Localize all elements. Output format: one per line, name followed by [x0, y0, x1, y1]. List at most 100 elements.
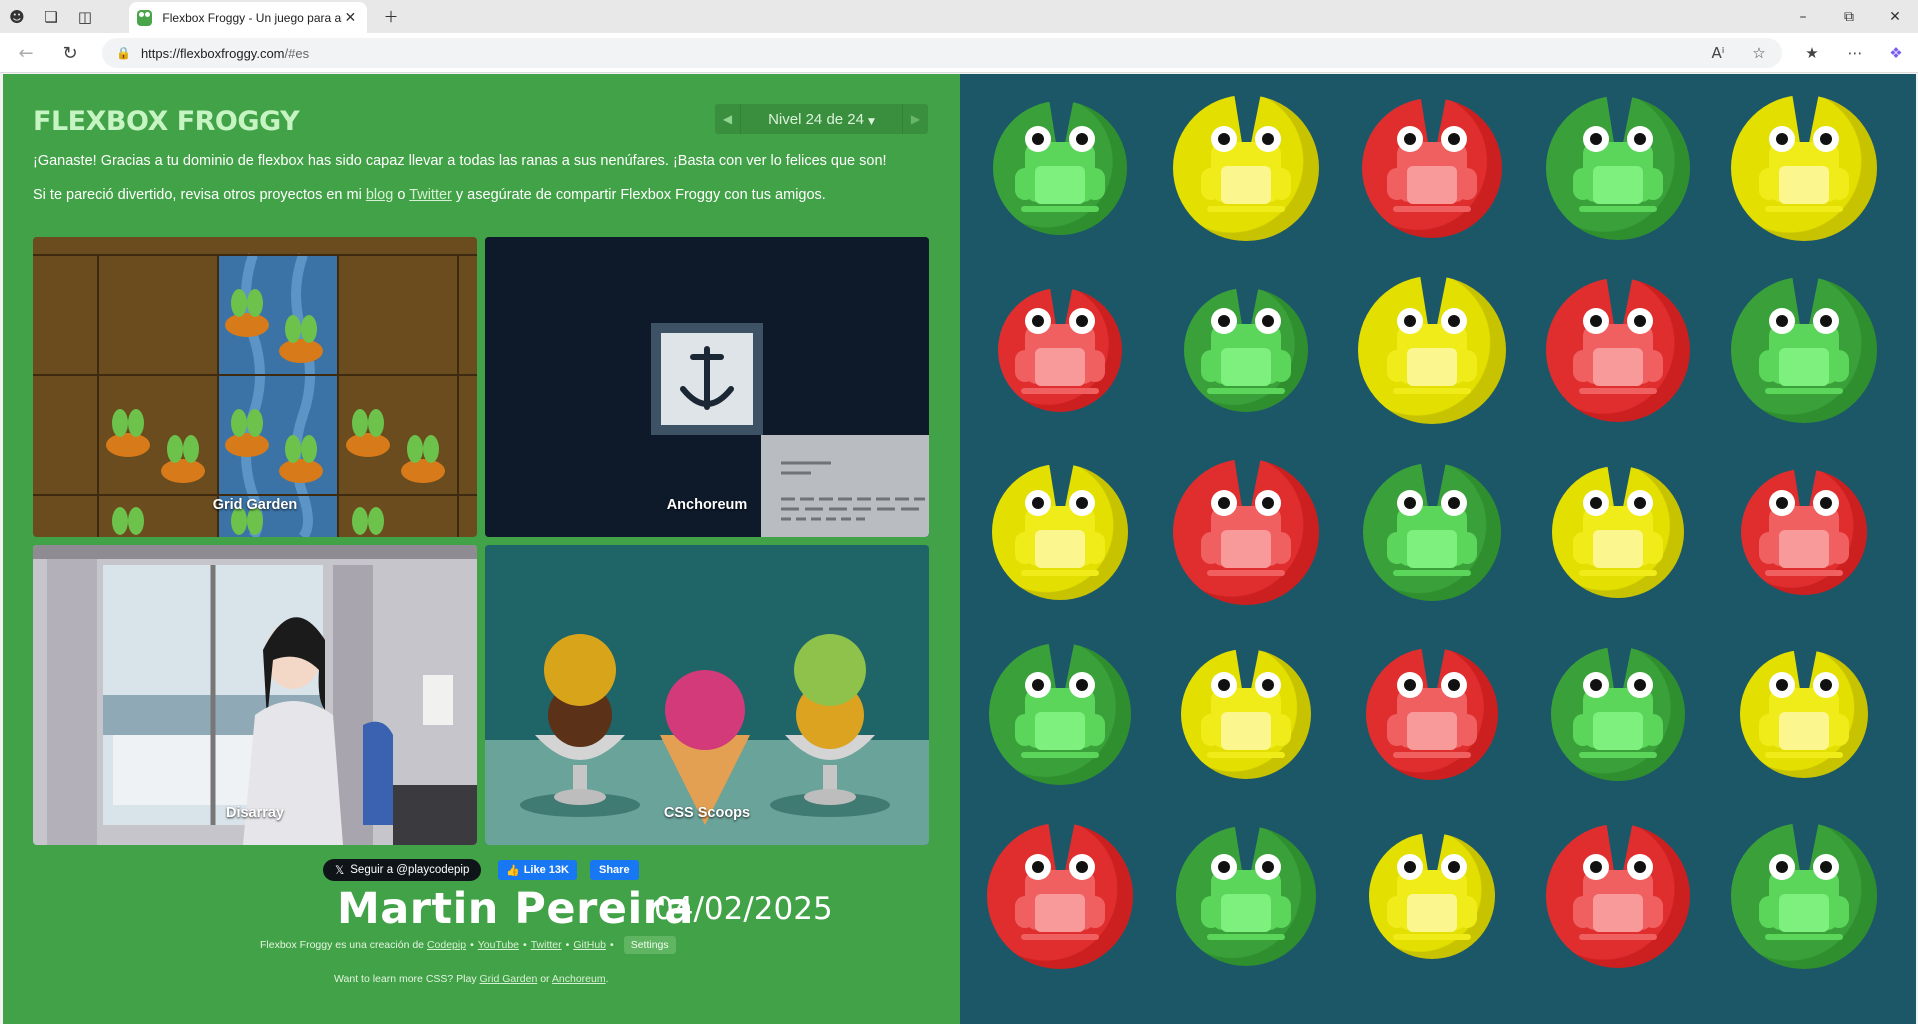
pond-cell [1712, 804, 1896, 988]
frog-feet [1393, 206, 1471, 212]
frog-belly [1407, 530, 1457, 568]
separator-dot: • [565, 939, 570, 951]
frog-feet [1765, 388, 1843, 394]
blog-link[interactable]: blog [366, 187, 393, 203]
url-field[interactable]: 🔒 https://flexboxfroggy.com/#es [102, 38, 1782, 68]
frog-eye [1069, 672, 1095, 698]
grid-garden-card[interactable]: Grid Garden [33, 237, 477, 537]
green-frog [1201, 304, 1291, 396]
previous-level-icon[interactable]: ◀ [715, 104, 741, 134]
x-logo-icon: 𝕏 [335, 863, 345, 877]
restore-icon[interactable]: ⧉ [1826, 0, 1872, 33]
frog-feet [1765, 934, 1843, 940]
settings-button[interactable]: Settings [623, 936, 676, 954]
frog-belly [1407, 712, 1457, 750]
x-follow-button[interactable]: 𝕏 Seguir a @playcodepip [323, 859, 482, 881]
yellow-frog [1387, 850, 1477, 942]
pond-cell [1526, 258, 1710, 442]
new-tab-icon[interactable]: ＋ [374, 0, 408, 33]
frog-feet [1207, 934, 1285, 940]
frog-belly [1593, 166, 1643, 204]
disarray-card[interactable]: Disarray [33, 545, 477, 845]
signature-name: Martin Pereira [337, 884, 694, 934]
workspaces-icon[interactable]: ❏ [34, 0, 68, 33]
profile-icon[interactable]: ☻ [0, 0, 34, 33]
yellow-frog [1015, 486, 1105, 578]
separator-dot: • [470, 939, 474, 951]
frog-belly [1221, 712, 1271, 750]
frog-feet [1207, 206, 1285, 212]
pond-cell [968, 76, 1152, 260]
frog-eye [1627, 490, 1653, 516]
css-scoops-card[interactable]: CSS Scoops [485, 545, 929, 845]
close-window-icon[interactable]: ✕ [1872, 0, 1918, 33]
frog-feet [1021, 934, 1099, 940]
pond-cell [1340, 804, 1524, 988]
tab-title: Flexbox Froggy - Un juego para aprender … [162, 10, 342, 25]
frog-belly [1593, 530, 1643, 568]
github-link[interactable]: GitHub [573, 939, 606, 951]
favorite-star-icon[interactable]: ☆ [1744, 38, 1774, 68]
share-text-2: o [397, 187, 406, 203]
css-scoops-illustration [485, 545, 929, 845]
red-frog [1387, 122, 1477, 214]
yellow-frog [1573, 486, 1663, 578]
favorites-icon[interactable]: ★ [1797, 38, 1827, 68]
red-frog [1573, 850, 1663, 942]
level-navigator: ◀ Nivel 24 de 24 ▼ ▶ [715, 104, 928, 134]
youtube-link[interactable]: YouTube [478, 939, 519, 951]
close-tab-icon[interactable]: ✕ [342, 10, 359, 26]
anchoreum-card[interactable]: Anchoreum [485, 237, 929, 537]
frog-eye [1025, 490, 1051, 516]
logo[interactable]: FLEXBOX FROGGY [33, 106, 300, 137]
green-frog [1573, 122, 1663, 214]
credits-prefix: Flexbox Froggy es una creación de [260, 939, 425, 951]
read-aloud-icon[interactable]: Aⁱ [1703, 38, 1733, 68]
frog-belly [1779, 712, 1829, 750]
frog-eye [1441, 854, 1467, 880]
learn-more-line: Want to learn more CSS? Play Grid Garden… [334, 973, 609, 985]
pond-cell [1154, 804, 1338, 988]
frog-belly [1221, 894, 1271, 932]
frog-eye [1211, 308, 1237, 334]
twitter-link[interactable]: Twitter [409, 187, 452, 203]
pond-cell [1712, 258, 1896, 442]
pond-cell [1340, 258, 1524, 442]
frog-eye [1583, 126, 1609, 152]
reload-icon[interactable]: ↻ [54, 37, 86, 69]
minimize-icon[interactable]: – [1780, 0, 1826, 33]
frog-belly [1035, 530, 1085, 568]
grid-garden-link[interactable]: Grid Garden [480, 973, 538, 985]
codepip-link[interactable]: Codepip [427, 939, 466, 951]
pond-cell [1526, 804, 1710, 988]
level-indicator[interactable]: Nivel 24 de 24 ▼ [741, 111, 902, 128]
twitter-footer-link[interactable]: Twitter [531, 939, 562, 951]
x-follow-label: Seguir a @playcodepip [350, 864, 470, 876]
browser-tab-active[interactable]: Flexbox Froggy - Un juego para aprender … [129, 2, 367, 33]
facebook-share-button[interactable]: Share [590, 860, 639, 880]
frog-feet [1765, 752, 1843, 758]
vertical-tabs-icon[interactable]: ◫ [68, 0, 102, 33]
back-icon[interactable]: ← [10, 37, 42, 69]
frog-belly [1779, 348, 1829, 386]
frog-eye [1255, 672, 1281, 698]
red-frog [1201, 486, 1291, 578]
next-level-icon[interactable]: ▶ [902, 104, 928, 134]
green-frog [1759, 304, 1849, 396]
grid-garden-illustration [33, 237, 477, 537]
pond-cell [1526, 440, 1710, 624]
red-frog [1015, 850, 1105, 942]
frog-belly [1593, 894, 1643, 932]
facebook-like-button[interactable]: 👍 Like 13K [498, 860, 577, 880]
pond-cell [968, 440, 1152, 624]
yellow-frog [1201, 668, 1291, 760]
green-frog [1015, 122, 1105, 214]
frog-belly [1035, 894, 1085, 932]
share-message: Si te pareció divertido, revisa otros pr… [33, 187, 826, 203]
anchoreum-link[interactable]: Anchoreum [552, 973, 606, 985]
frog-eye [1069, 308, 1095, 334]
pond-cell [1712, 622, 1896, 806]
frog-eye [1397, 490, 1423, 516]
more-menu-icon[interactable]: ⋯ [1840, 38, 1870, 68]
copilot-icon[interactable]: ❖ [1881, 38, 1911, 68]
